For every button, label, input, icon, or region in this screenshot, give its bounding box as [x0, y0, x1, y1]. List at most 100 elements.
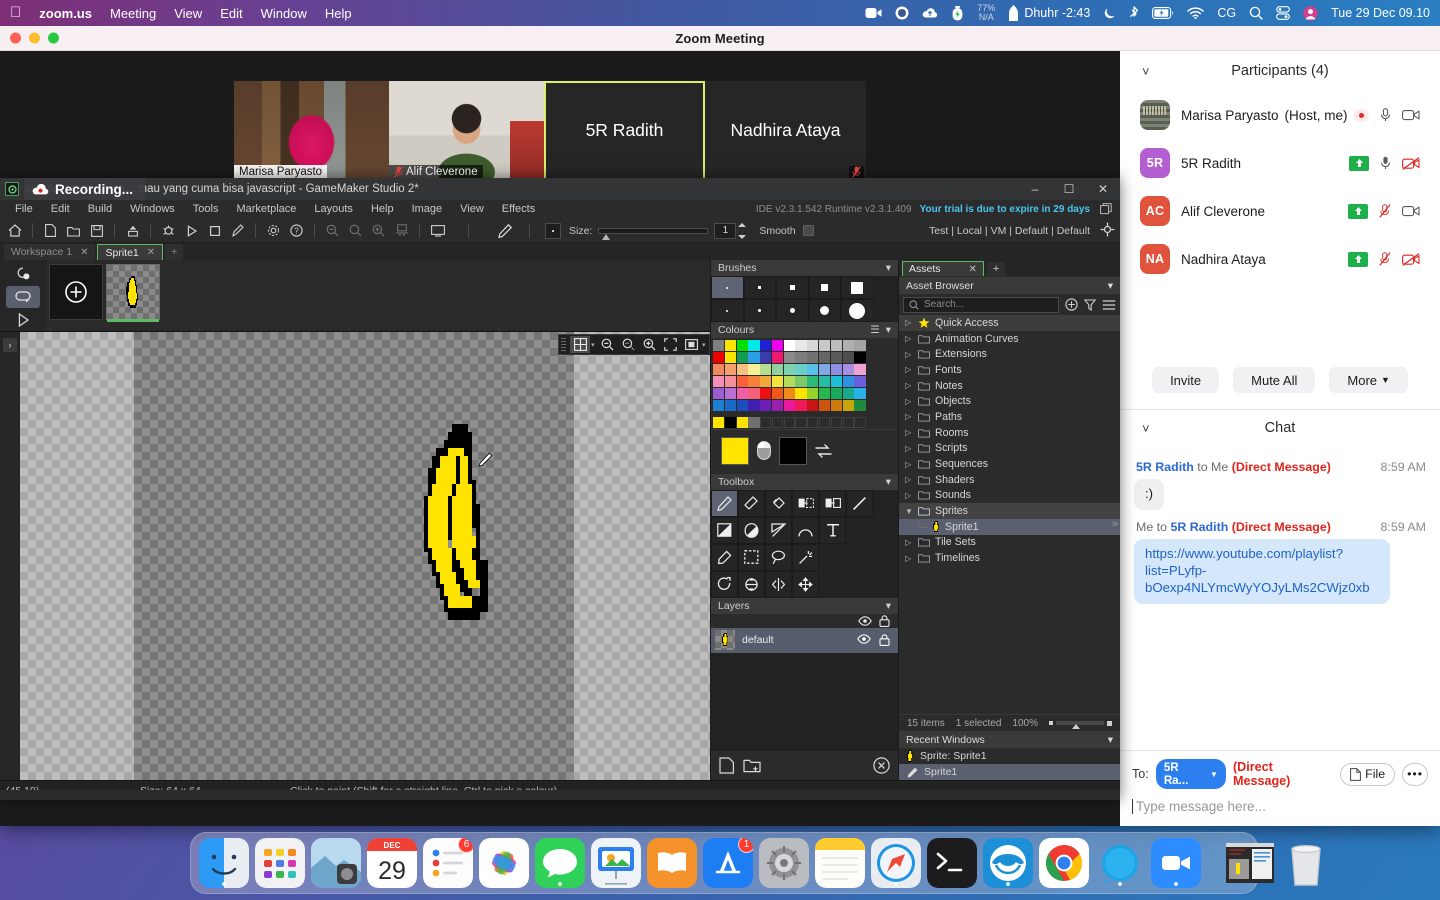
expand-arrow-icon[interactable]: ▷ — [905, 381, 913, 390]
zoom-out-icon[interactable] — [322, 221, 343, 241]
palette-swatch[interactable] — [842, 399, 854, 412]
assets-zoom-slider[interactable] — [1048, 720, 1112, 729]
add-asset-icon[interactable] — [1065, 298, 1078, 311]
expand-arrow-icon[interactable]: ▷ — [905, 538, 913, 547]
dock-item-chrome[interactable] — [1039, 838, 1089, 888]
popout-icon[interactable] — [1100, 203, 1112, 215]
palette-swatch[interactable] — [724, 363, 736, 376]
palette-swatch[interactable] — [748, 340, 760, 352]
raise-hand-icon[interactable] — [1348, 251, 1368, 267]
menu-item-view[interactable]: View — [174, 6, 202, 21]
palette-swatch[interactable] — [807, 363, 819, 376]
expand-arrow-icon[interactable]: ▷ — [905, 365, 913, 374]
expand-arrow-icon[interactable]: ▷ — [905, 318, 913, 327]
participant-row-marisa[interactable]: Marisa Paryasto (Host, me) — [1120, 91, 1440, 139]
chevron-down-icon[interactable]: ▾ — [886, 600, 891, 612]
recent-window-sprite-sprite1[interactable]: Sprite: Sprite1 — [899, 748, 1120, 764]
brush-round-2[interactable] — [743, 299, 776, 322]
expand-arrow-icon[interactable]: ▷ — [905, 475, 913, 484]
palette-swatch[interactable] — [830, 399, 842, 412]
palette-swatch[interactable] — [748, 351, 760, 364]
expand-arrow-icon[interactable]: ▷ — [905, 428, 913, 437]
dock-item-app-store[interactable]: 1 — [703, 838, 753, 888]
palette-swatch[interactable] — [771, 340, 784, 352]
close-button[interactable]: ✕ — [1086, 178, 1120, 200]
palette-swatch[interactable] — [783, 363, 795, 376]
palette-swatch[interactable] — [771, 416, 784, 429]
delete-layer-icon[interactable] — [873, 757, 890, 774]
chevron-down-icon[interactable]: ˅ — [1142, 421, 1150, 436]
palette-swatch[interactable] — [854, 399, 866, 412]
magic-wand-icon[interactable] — [792, 543, 819, 571]
palette-swatch[interactable] — [724, 351, 736, 364]
menu-item-help[interactable]: Help — [325, 6, 352, 21]
lasso-select-icon[interactable] — [765, 543, 792, 571]
text-tool-icon[interactable] — [819, 516, 846, 544]
fullscreen-window-button[interactable] — [48, 32, 59, 44]
control-center-icon[interactable] — [1276, 6, 1290, 20]
dock-item-photos[interactable] — [479, 838, 529, 888]
palette-swatch[interactable] — [795, 375, 807, 388]
panel-expand-arrows[interactable]: » — [1112, 518, 1118, 530]
palette-swatch[interactable] — [819, 351, 831, 364]
raise-hand-icon[interactable] — [1349, 155, 1369, 171]
screen-recording-icon[interactable] — [865, 7, 882, 20]
camera-off-icon[interactable] — [1402, 252, 1420, 266]
wifi-icon[interactable] — [1187, 7, 1205, 19]
zoom-in-icon[interactable] — [639, 336, 659, 353]
menubar-clock[interactable]: Tue 29 Dec 09.10 — [1331, 6, 1430, 20]
mic-on-icon[interactable] — [1380, 156, 1391, 170]
do-not-disturb-icon[interactable] — [1103, 7, 1116, 20]
apple-menu-icon[interactable]:  — [10, 5, 21, 20]
palette-swatch[interactable] — [771, 363, 784, 376]
assets-search-input[interactable]: Search... — [903, 296, 1059, 313]
copy-region-icon[interactable] — [792, 489, 819, 517]
palette-swatch[interactable] — [807, 375, 819, 388]
asset-tree-item-shaders[interactable]: ▷ Shaders — [899, 472, 1120, 488]
fill-tool-icon[interactable] — [765, 489, 792, 517]
expand-arrow-icon[interactable]: ▷ — [905, 412, 913, 421]
asset-tree-item-sounds[interactable]: ▷ Sounds — [899, 488, 1120, 504]
chevron-down-icon[interactable]: ▾ — [1108, 280, 1113, 292]
podcast-icon[interactable] — [895, 6, 909, 20]
menu-item-meeting[interactable]: Meeting — [110, 6, 156, 21]
minimize-button[interactable]: – — [1018, 178, 1052, 200]
open-project-icon[interactable] — [63, 221, 84, 241]
asset-tree-item-sequences[interactable]: ▷ Sequences — [899, 456, 1120, 472]
brush-size-stepper[interactable] — [738, 222, 747, 239]
dock-item-launchpad[interactable] — [255, 838, 305, 888]
chat-input-wrapper[interactable]: Type message here... — [1132, 799, 1428, 814]
dock-item-keynote[interactable] — [591, 838, 641, 888]
palette-swatch[interactable] — [724, 340, 736, 352]
layers-panel-header[interactable]: Layers ▾ — [711, 597, 898, 614]
palette-swatch[interactable] — [713, 340, 725, 352]
palette-swatch[interactable] — [748, 399, 760, 412]
palette-swatch[interactable] — [760, 399, 772, 412]
asset-tree-item-notes[interactable]: ▷ Notes — [899, 378, 1120, 394]
smooth-checkbox[interactable] — [802, 225, 814, 236]
asset-tree-item-tile-sets[interactable]: ▷ Tile Sets — [899, 535, 1120, 551]
loop-playback-icon[interactable] — [6, 286, 40, 308]
palette-swatch[interactable] — [854, 363, 866, 376]
expand-arrow-icon[interactable]: ▷ — [905, 350, 913, 359]
menu-item-zoomus[interactable]: zoom.us — [39, 6, 92, 21]
close-window-button[interactable] — [10, 32, 21, 44]
expand-arrow-icon[interactable]: ▷ — [905, 334, 913, 343]
asset-tree-item-rooms[interactable]: ▷ Rooms — [899, 425, 1120, 441]
mic-off-icon[interactable] — [1379, 252, 1391, 266]
menu-icon[interactable] — [1102, 299, 1116, 311]
palette-swatch[interactable] — [819, 416, 831, 429]
sprite-frame-track[interactable] — [46, 260, 710, 331]
ellipse-tool-icon[interactable] — [738, 516, 765, 544]
palette-swatch[interactable] — [736, 375, 748, 388]
gm-menu-image[interactable]: Image — [403, 200, 452, 219]
palette-swatch[interactable] — [760, 375, 772, 388]
gm-menu-windows[interactable]: Windows — [121, 200, 184, 219]
brush-size-value[interactable]: 1 — [714, 222, 737, 239]
palette-swatch[interactable] — [795, 387, 807, 400]
chevron-down-icon[interactable]: ▾ — [886, 324, 891, 336]
palette-swatch[interactable] — [771, 387, 784, 400]
input-source-indicator[interactable]: CG — [1217, 6, 1236, 20]
camera-off-icon[interactable] — [1402, 156, 1420, 170]
palette-swatch[interactable] — [807, 416, 819, 429]
